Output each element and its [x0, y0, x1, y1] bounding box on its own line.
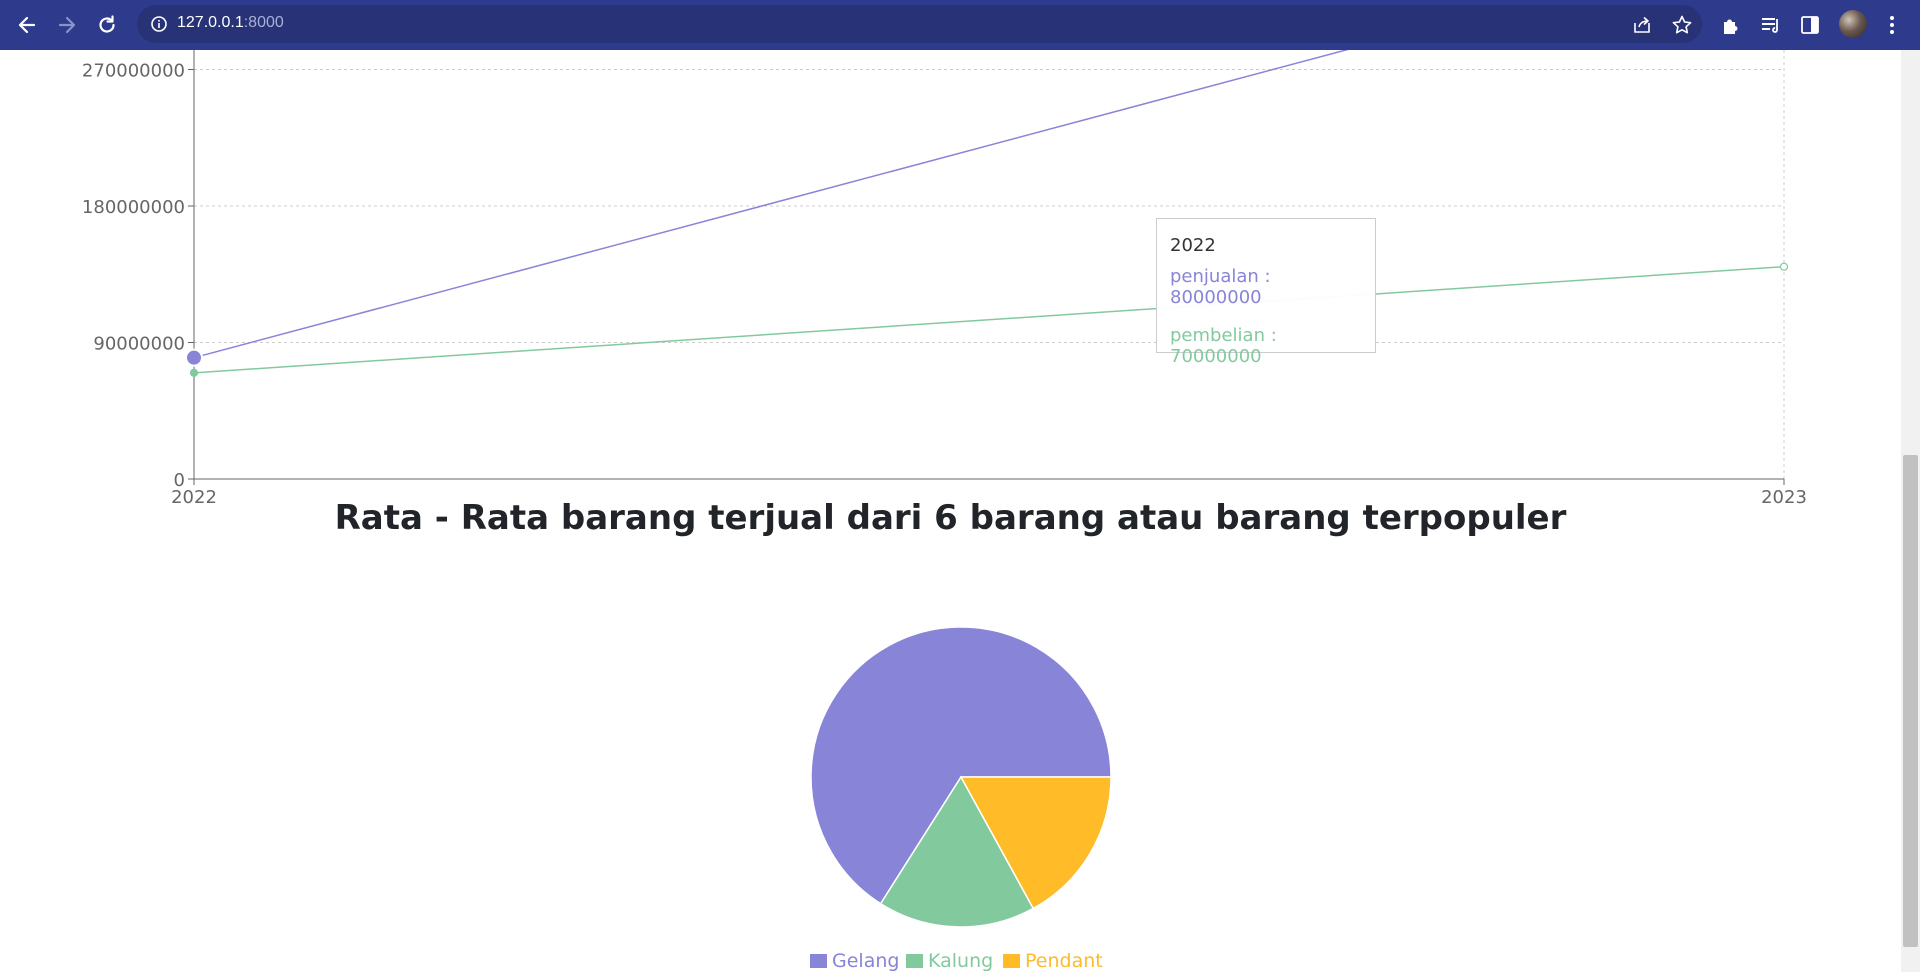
share-icon[interactable] — [1631, 14, 1653, 36]
scrollbar-thumb[interactable] — [1903, 455, 1918, 947]
browser-toolbar: 127.0.0.1:8000 — [0, 0, 1920, 50]
tooltip-pembelian: pembelian : 70000000 — [1170, 325, 1277, 367]
menu-icon[interactable] — [1879, 12, 1905, 38]
chart-grid — [194, 50, 1785, 479]
url-port: :8000 — [243, 14, 284, 31]
url-text[interactable]: 127.0.0.1:8000 — [177, 14, 284, 32]
pie-chart-title: Rata - Rata barang terjual dari 6 barang… — [334, 498, 1567, 538]
pie-chart: Gelang Kalung Pendant — [810, 626, 1112, 972]
forward-icon[interactable] — [52, 10, 82, 40]
data-point-penjualan[interactable] — [185, 348, 203, 367]
data-point-pembelian[interactable] — [1779, 262, 1789, 271]
y-tick-label: 270000000 — [82, 61, 185, 82]
side-panel-icon[interactable] — [1797, 12, 1823, 38]
avatar[interactable] — [1839, 10, 1867, 38]
pie-legend: Gelang Kalung Pendant — [810, 950, 1103, 972]
legend-label-kalung: Kalung — [928, 950, 993, 972]
legend-item-pendant[interactable]: Pendant — [1003, 950, 1103, 972]
tooltip-label: 2022 — [1170, 235, 1216, 256]
reload-icon[interactable] — [92, 10, 122, 40]
data-point-pembelian[interactable] — [189, 368, 199, 377]
reading-list-icon[interactable] — [1758, 12, 1784, 38]
legend-item-kalung[interactable]: Kalung — [906, 950, 993, 972]
back-icon[interactable] — [12, 10, 42, 40]
legend-label-gelang: Gelang — [832, 950, 899, 972]
pie-slices — [810, 626, 1112, 928]
chart-axes — [193, 50, 1784, 480]
info-icon[interactable] — [149, 14, 169, 34]
legend-label-pendant: Pendant — [1025, 950, 1103, 972]
star-icon[interactable] — [1671, 14, 1693, 36]
y-axis-ticks: 090000000180000000270000000 — [82, 61, 194, 491]
chart-tooltip: 2022 penjualan : 80000000 pembelian : 70… — [1156, 218, 1376, 367]
y-tick-label: 90000000 — [93, 334, 185, 355]
extensions-icon[interactable] — [1719, 12, 1745, 38]
tooltip-penjualan: penjualan : 80000000 — [1170, 266, 1271, 308]
series-line-pembelian — [193, 265, 1785, 374]
chart-series — [185, 50, 1789, 377]
y-tick-label: 180000000 — [82, 197, 185, 218]
legend-item-gelang[interactable]: Gelang — [810, 950, 899, 972]
address-bar[interactable]: 127.0.0.1:8000 — [137, 5, 1702, 43]
line-chart: 090000000180000000270000000 20222023 pen… — [82, 50, 1807, 508]
series-line-penjualan — [193, 50, 1349, 359]
url-host: 127.0.0.1 — [177, 14, 244, 31]
